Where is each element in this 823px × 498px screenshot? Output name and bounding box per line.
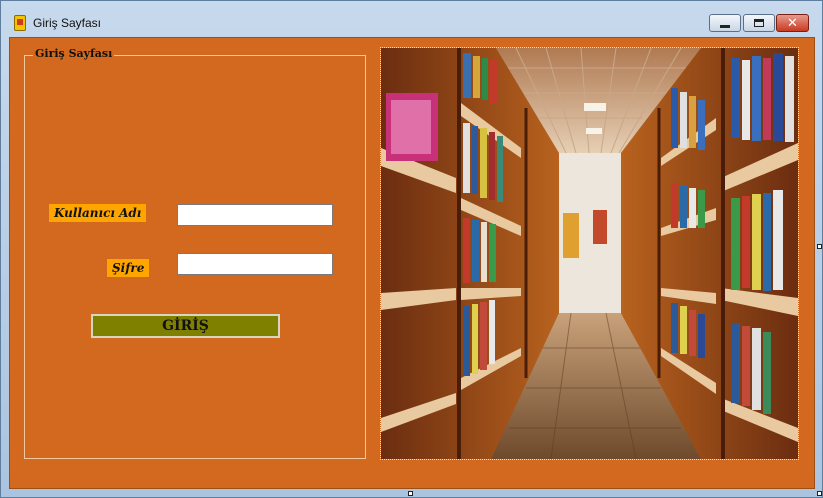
resize-handle-right[interactable] xyxy=(817,244,822,249)
title-bar[interactable]: Giriş Sayfası ✕ xyxy=(1,1,822,32)
library-picture xyxy=(380,47,799,460)
library-image xyxy=(381,48,798,459)
login-groupbox: Giriş Sayfası Kullanıcı Adı Şifre GİRİŞ xyxy=(24,47,366,459)
minimize-button[interactable] xyxy=(709,14,741,32)
groupbox-title: Giriş Sayfası xyxy=(33,47,115,60)
main-window: Giriş Sayfası ✕ Giriş Sayfası Kullanıcı … xyxy=(0,0,823,498)
close-button[interactable]: ✕ xyxy=(776,14,809,32)
username-label: Kullanıcı Adı xyxy=(49,204,147,222)
maximize-icon xyxy=(754,19,764,27)
window-title: Giriş Sayfası xyxy=(33,16,102,30)
resize-handle-corner[interactable] xyxy=(817,491,822,496)
app-icon xyxy=(14,15,26,31)
form-client-area: Giriş Sayfası Kullanıcı Adı Şifre GİRİŞ xyxy=(9,37,815,489)
maximize-button[interactable] xyxy=(743,14,775,32)
password-input[interactable] xyxy=(177,253,333,275)
minimize-icon xyxy=(720,24,730,28)
password-label: Şifre xyxy=(107,259,150,277)
resize-handle-bottom[interactable] xyxy=(408,491,413,496)
username-input[interactable] xyxy=(177,204,333,226)
close-icon: ✕ xyxy=(787,15,798,31)
login-button[interactable]: GİRİŞ xyxy=(91,314,280,338)
